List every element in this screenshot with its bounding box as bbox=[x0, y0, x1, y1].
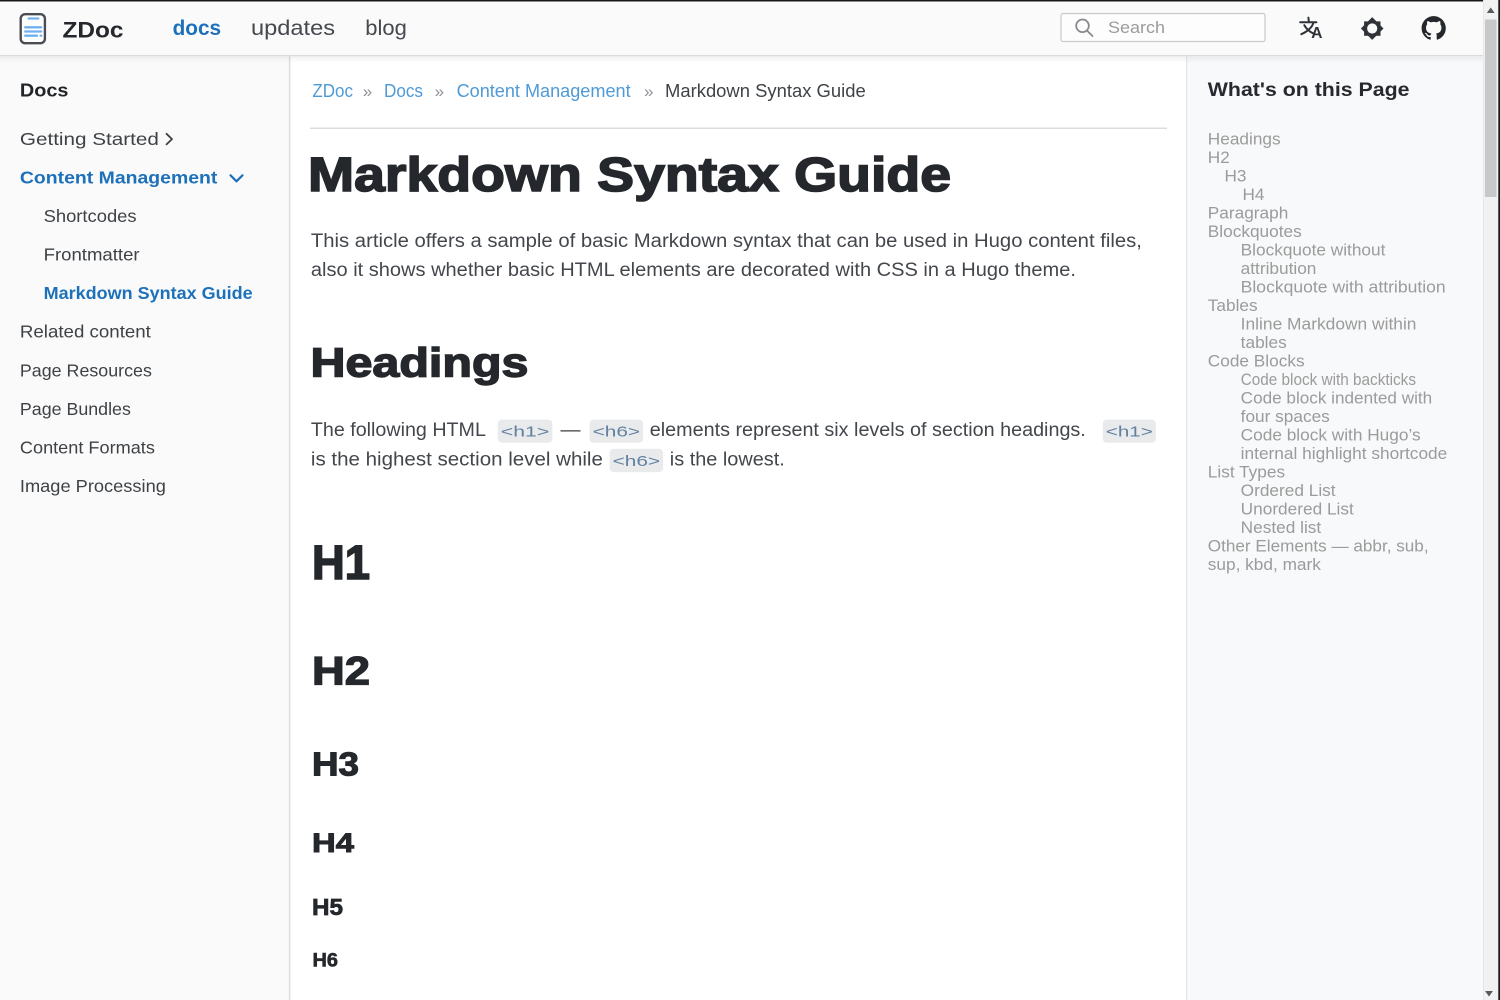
svg-text:Headings: Headings bbox=[1208, 130, 1281, 148]
svg-text:»: » bbox=[644, 82, 653, 101]
svg-text:Tables: Tables bbox=[1208, 297, 1258, 315]
svg-text:Image Processing: Image Processing bbox=[20, 476, 166, 496]
svg-text:Content Management: Content Management bbox=[20, 168, 218, 188]
svg-text:Ordered List: Ordered List bbox=[1241, 482, 1336, 500]
svg-text:Docs: Docs bbox=[20, 81, 68, 101]
svg-text:four spaces: four spaces bbox=[1241, 408, 1330, 426]
svg-text:Getting Started: Getting Started bbox=[20, 129, 159, 149]
svg-text:Code block indented with: Code block indented with bbox=[1241, 389, 1433, 407]
svg-text:<h1>: <h1> bbox=[501, 424, 550, 441]
svg-text:attribution: attribution bbox=[1241, 260, 1317, 278]
svg-text:also it shows whether basic HT: also it shows whether basic HTML element… bbox=[311, 260, 1076, 281]
svg-text:ZDoc: ZDoc bbox=[312, 81, 353, 101]
svg-text:This article offers a sample o: This article offers a sample of basic Ma… bbox=[311, 231, 1142, 252]
svg-text:A: A bbox=[1311, 25, 1322, 42]
svg-text:updates: updates bbox=[251, 17, 335, 40]
svg-text:H6: H6 bbox=[313, 951, 339, 972]
svg-text:H4: H4 bbox=[312, 828, 354, 858]
svg-text:Related content: Related content bbox=[20, 322, 151, 342]
svg-text:Blockquote without: Blockquote without bbox=[1241, 241, 1386, 259]
svg-text:elements represent six levels: elements represent six levels of section… bbox=[650, 420, 1086, 441]
svg-text:tables: tables bbox=[1241, 334, 1287, 352]
svg-text:Inline Markdown within: Inline Markdown within bbox=[1241, 315, 1417, 333]
svg-text:docs: docs bbox=[173, 17, 222, 40]
svg-text:is the lowest.: is the lowest. bbox=[670, 450, 785, 471]
svg-text:Docs: Docs bbox=[384, 81, 423, 101]
svg-text:List Types: List Types bbox=[1208, 463, 1285, 481]
svg-text:<h6>: <h6> bbox=[593, 424, 641, 441]
svg-text:Page Resources: Page Resources bbox=[20, 360, 152, 380]
svg-text:What's on this Page: What's on this Page bbox=[1208, 80, 1410, 101]
svg-text:H3: H3 bbox=[312, 746, 359, 783]
svg-text:internal highlight shortcode: internal highlight shortcode bbox=[1241, 445, 1448, 463]
svg-text:Code block with backticks: Code block with backticks bbox=[1241, 371, 1416, 389]
svg-text:Code Blocks: Code Blocks bbox=[1208, 352, 1305, 370]
svg-text:—: — bbox=[561, 420, 581, 441]
svg-text:H2: H2 bbox=[1208, 149, 1230, 167]
svg-text:Other Elements — abbr, sub,: Other Elements — abbr, sub, bbox=[1208, 537, 1429, 555]
svg-text:Content Formats: Content Formats bbox=[20, 437, 155, 457]
svg-text:Markdown Syntax Guide: Markdown Syntax Guide bbox=[44, 283, 253, 303]
svg-text:H4: H4 bbox=[1243, 186, 1265, 204]
svg-text:H3: H3 bbox=[1225, 167, 1247, 185]
svg-text:Shortcodes: Shortcodes bbox=[44, 206, 137, 226]
svg-text:is the highest section level w: is the highest section level while bbox=[311, 450, 603, 471]
svg-text:ZDoc: ZDoc bbox=[63, 18, 124, 43]
svg-text:»: » bbox=[363, 82, 372, 101]
svg-text:Content Management: Content Management bbox=[457, 81, 631, 101]
svg-text:Headings: Headings bbox=[311, 340, 529, 386]
svg-text:Blockquote with attribution: Blockquote with attribution bbox=[1241, 278, 1446, 296]
svg-text:Unordered List: Unordered List bbox=[1241, 500, 1355, 518]
svg-text:H2: H2 bbox=[312, 650, 370, 694]
svg-text:Markdown Syntax Guide: Markdown Syntax Guide bbox=[665, 81, 866, 101]
svg-text:Code block with Hugo’s: Code block with Hugo’s bbox=[1241, 426, 1421, 444]
svg-text:Frontmatter: Frontmatter bbox=[44, 245, 140, 265]
svg-text:Markdown Syntax Guide: Markdown Syntax Guide bbox=[308, 149, 951, 202]
svg-text:The following HTML: The following HTML bbox=[311, 420, 486, 441]
svg-text:Search: Search bbox=[1108, 18, 1165, 37]
svg-text:H5: H5 bbox=[312, 894, 343, 920]
svg-text:Blockquotes: Blockquotes bbox=[1208, 223, 1302, 241]
svg-text:sup, kbd, mark: sup, kbd, mark bbox=[1208, 556, 1322, 574]
svg-text:blog: blog bbox=[365, 17, 407, 40]
svg-text:<h1>: <h1> bbox=[1106, 424, 1153, 441]
svg-text:Paragraph: Paragraph bbox=[1208, 204, 1289, 222]
svg-text:<h6>: <h6> bbox=[613, 453, 661, 470]
svg-text:H1: H1 bbox=[312, 537, 370, 590]
svg-text:Page Bundles: Page Bundles bbox=[20, 399, 131, 419]
svg-text:»: » bbox=[435, 82, 444, 101]
svg-text:Nested list: Nested list bbox=[1241, 519, 1322, 537]
